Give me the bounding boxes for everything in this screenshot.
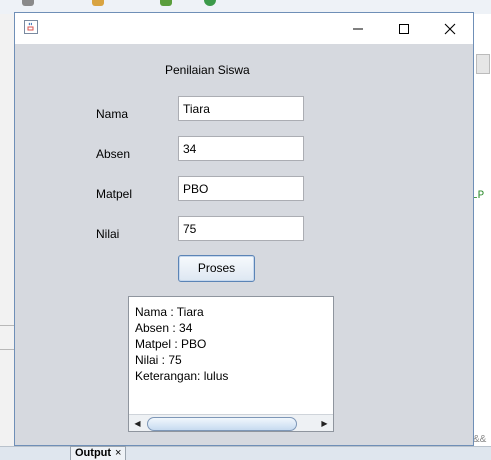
nama-input[interactable]: Tiara xyxy=(178,96,304,121)
minimize-icon xyxy=(353,28,363,30)
title-bar[interactable] xyxy=(15,13,473,44)
toolbar-icon xyxy=(204,0,216,6)
absen-input[interactable]: 34 xyxy=(178,136,304,161)
output-line: Keterangan: lulus xyxy=(135,369,229,383)
editor-tab[interactable] xyxy=(476,54,490,74)
toolbar-icon xyxy=(22,0,34,6)
maximize-button[interactable] xyxy=(381,13,427,44)
scrollbar-thumb[interactable] xyxy=(147,417,297,431)
output-tab[interactable]: Output × xyxy=(70,446,127,460)
output-line: Nilai : 75 xyxy=(135,353,182,367)
maximize-icon xyxy=(399,24,409,34)
matpel-input[interactable]: PBO xyxy=(178,176,304,201)
page-title: Penilaian Siswa xyxy=(165,63,250,77)
horizontal-scrollbar[interactable]: ◀ ▶ xyxy=(129,414,333,431)
form-panel: Penilaian Siswa Nama Tiara Absen 34 Matp… xyxy=(15,44,473,445)
arrow-right-icon[interactable]: ▶ xyxy=(316,415,333,431)
close-icon xyxy=(444,23,456,35)
nilai-label: Nilai xyxy=(96,227,120,241)
proses-button[interactable]: Proses xyxy=(178,255,255,282)
toolbar-icon xyxy=(160,0,172,6)
app-window: Penilaian Siswa Nama Tiara Absen 34 Matp… xyxy=(14,12,474,446)
code-fragment-2: && xyxy=(473,434,487,445)
toolbar-icon xyxy=(92,0,104,6)
absen-label: Absen xyxy=(96,147,131,161)
arrow-left-icon[interactable]: ◀ xyxy=(129,415,146,431)
nilai-input[interactable]: 75 xyxy=(178,216,304,241)
output-line: Matpel : PBO xyxy=(135,337,207,351)
nama-label: Nama xyxy=(96,107,129,121)
close-tab-icon[interactable]: × xyxy=(115,447,121,459)
minimize-button[interactable] xyxy=(335,13,381,44)
matpel-label: Matpel xyxy=(96,187,133,201)
close-button[interactable] xyxy=(427,13,473,44)
output-line: Absen : 34 xyxy=(135,321,193,335)
output-textarea[interactable]: Nama : Tiara Absen : 34 Matpel : PBO Nil… xyxy=(128,296,334,432)
java-cup-icon xyxy=(24,20,38,34)
output-line: Nama : Tiara xyxy=(135,305,204,319)
output-tab-label: Output xyxy=(75,447,112,459)
